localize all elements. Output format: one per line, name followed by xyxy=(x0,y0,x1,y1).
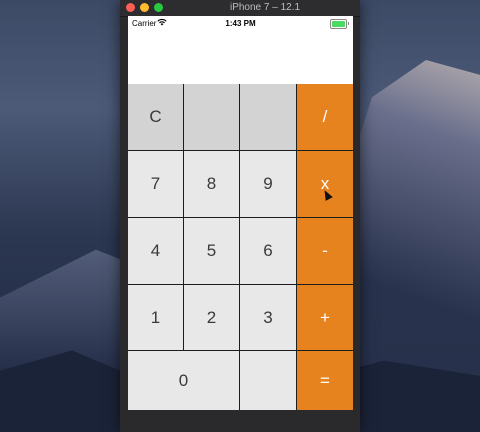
calculator-keypad: C / 7 8 9 x 4 5 6 - 1 2 3 + 0 = xyxy=(128,84,353,410)
blank-button-2[interactable] xyxy=(240,84,297,151)
minus-button[interactable]: - xyxy=(297,218,353,285)
blank-button-1[interactable] xyxy=(184,84,240,151)
divide-button[interactable]: / xyxy=(297,84,353,151)
status-bar: Carrier 1:43 PM xyxy=(128,16,353,30)
multiply-button[interactable]: x xyxy=(297,151,353,218)
device-screen: Carrier 1:43 PM C / 7 8 9 x 4 5 6 - 1 2 … xyxy=(128,16,353,410)
window-titlebar: iPhone 7 – 12.1 xyxy=(120,0,360,17)
plus-button[interactable]: + xyxy=(297,285,353,351)
clear-button[interactable]: C xyxy=(128,84,184,151)
digit-4-button[interactable]: 4 xyxy=(128,218,184,285)
blank-button-3[interactable] xyxy=(240,351,297,410)
digit-2-button[interactable]: 2 xyxy=(184,285,240,351)
digit-8-button[interactable]: 8 xyxy=(184,151,240,218)
zoom-window-button[interactable] xyxy=(154,3,163,12)
digit-9-button[interactable]: 9 xyxy=(240,151,297,218)
calculator-display xyxy=(128,30,353,84)
equals-button[interactable]: = xyxy=(297,351,353,410)
close-window-button[interactable] xyxy=(126,3,135,12)
status-time: 1:43 PM xyxy=(225,19,256,28)
digit-7-button[interactable]: 7 xyxy=(128,151,184,218)
digit-1-button[interactable]: 1 xyxy=(128,285,184,351)
window-title: iPhone 7 – 12.1 xyxy=(229,2,301,13)
digit-3-button[interactable]: 3 xyxy=(240,285,297,351)
minimize-window-button[interactable] xyxy=(140,3,149,12)
battery-icon xyxy=(330,19,349,29)
simulator-window: iPhone 7 – 12.1 Carrier 1:43 PM C / 7 8 … xyxy=(120,0,360,432)
digit-5-button[interactable]: 5 xyxy=(184,218,240,285)
digit-0-button[interactable]: 0 xyxy=(128,351,240,410)
digit-6-button[interactable]: 6 xyxy=(240,218,297,285)
